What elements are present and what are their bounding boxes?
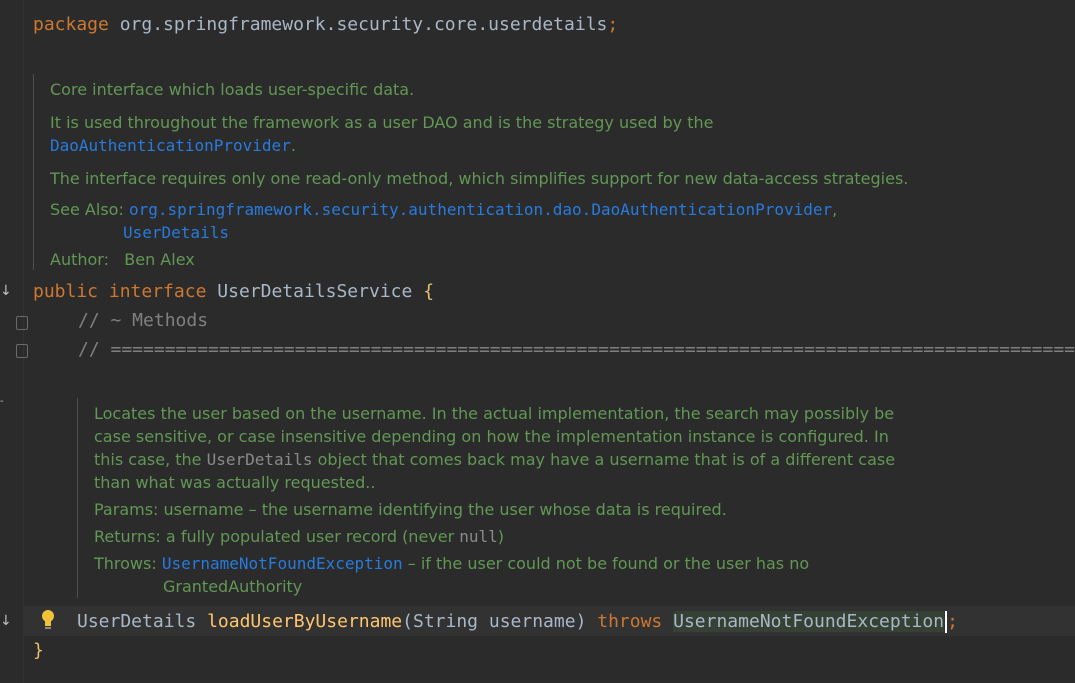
closing-brace-line: }: [33, 640, 44, 661]
interface-name: UserDetailsService: [217, 281, 413, 302]
param-name: username: [488, 611, 576, 632]
see-also-label: See Also:: [50, 200, 124, 219]
doc-text: It is used throughout the framework as a…: [50, 113, 714, 132]
implemented-arrow-icon[interactable]: ↓: [0, 283, 12, 299]
fold-marker-icon[interactable]: [16, 344, 28, 358]
comment-separator: // =====================================…: [78, 339, 1075, 360]
gutter-border: [23, 0, 24, 683]
lightbulb-icon[interactable]: [40, 609, 56, 631]
throws: Throws: UsernameNotFoundException – if t…: [94, 552, 1074, 598]
throws-link-exception[interactable]: UsernameNotFoundException: [162, 554, 403, 573]
returns-label: Returns:: [94, 527, 161, 546]
package-line[interactable]: package org.springframework.security.cor…: [33, 14, 618, 35]
open-brace: {: [423, 281, 435, 302]
interface-keyword: interface: [108, 281, 207, 302]
doc-text: object that comes back may have a userna…: [312, 450, 896, 469]
doc-line: case sensitive, or case insensitive depe…: [94, 427, 889, 446]
method-javadoc: Locates the user based on the username. …: [77, 398, 1074, 598]
see-also-link-2[interactable]: UserDetails: [123, 223, 229, 242]
doc-text: .: [290, 136, 296, 155]
author-label: Author:: [50, 250, 109, 269]
params-text: username – the username identifying the …: [163, 500, 727, 519]
comment-line: // =====================================…: [78, 339, 1075, 360]
doc-line: Core interface which loads user-specific…: [50, 80, 415, 99]
comment-methods: // ~ Methods: [78, 310, 209, 331]
gutter-mark: -: [0, 396, 4, 407]
class-javadoc: Core interface which loads user-specific…: [33, 74, 1050, 270]
doc-text: this case, the: [94, 450, 207, 469]
doc-text: ,: [832, 200, 838, 219]
doc-line: It is used throughout the framework as a…: [50, 111, 1050, 157]
paren: (: [402, 611, 413, 632]
doc-text: a fully populated user record (never: [165, 527, 460, 546]
semicolon: ;: [947, 611, 958, 632]
editor-gutter: [0, 0, 24, 683]
doc-text: – if the user could not be found or the …: [402, 554, 810, 573]
see-also: See Also: org.springframework.security.a…: [50, 198, 1050, 244]
comment-line: // ~ Methods: [78, 310, 208, 331]
doc-text: ): [497, 527, 505, 546]
semicolon: ;: [607, 14, 619, 35]
doc-line: than what was actually requested..: [94, 473, 376, 492]
doc-line: Locates the user based on the username. …: [94, 404, 895, 423]
doc-code-userdetails: UserDetails: [206, 450, 313, 469]
return-type: UserDetails: [77, 611, 197, 632]
doc-link-daoauthenticationprovider[interactable]: DaoAuthenticationProvider: [50, 136, 291, 155]
doc-line: this case, the UserDetails object that c…: [94, 448, 1074, 471]
doc-text: GrantedAuthority: [163, 577, 303, 596]
exception-name: UsernameNotFoundException: [673, 611, 945, 632]
param-type: String: [412, 611, 479, 632]
implemented-arrow-icon[interactable]: ↓: [0, 613, 12, 629]
close-brace: }: [33, 640, 44, 661]
interface-declaration[interactable]: public interface UserDetailsService {: [33, 281, 434, 302]
doc-code-null: null: [459, 527, 498, 546]
method-name: loadUserByUsername: [207, 611, 403, 632]
params: Params: username – the username identify…: [94, 498, 1074, 521]
paren: ): [575, 611, 587, 632]
fold-marker-icon[interactable]: [16, 316, 28, 330]
author-name: Ben Alex: [124, 250, 195, 269]
method-declaration[interactable]: UserDetails loadUserByUsername(String us…: [77, 611, 958, 633]
package-name: org.springframework.security.core.userde…: [119, 14, 608, 35]
throws-label: Throws:: [94, 554, 157, 573]
throws-keyword: throws: [597, 611, 663, 632]
params-label: Params:: [94, 500, 159, 519]
package-keyword: package: [33, 14, 109, 35]
public-keyword: public: [33, 281, 99, 302]
see-also-link-1[interactable]: org.springframework.security.authenticat…: [129, 200, 832, 219]
doc-line: The interface requires only one read-onl…: [50, 169, 909, 188]
returns: Returns: a fully populated user record (…: [94, 525, 1074, 548]
author: Author: Ben Alex: [50, 248, 1050, 271]
